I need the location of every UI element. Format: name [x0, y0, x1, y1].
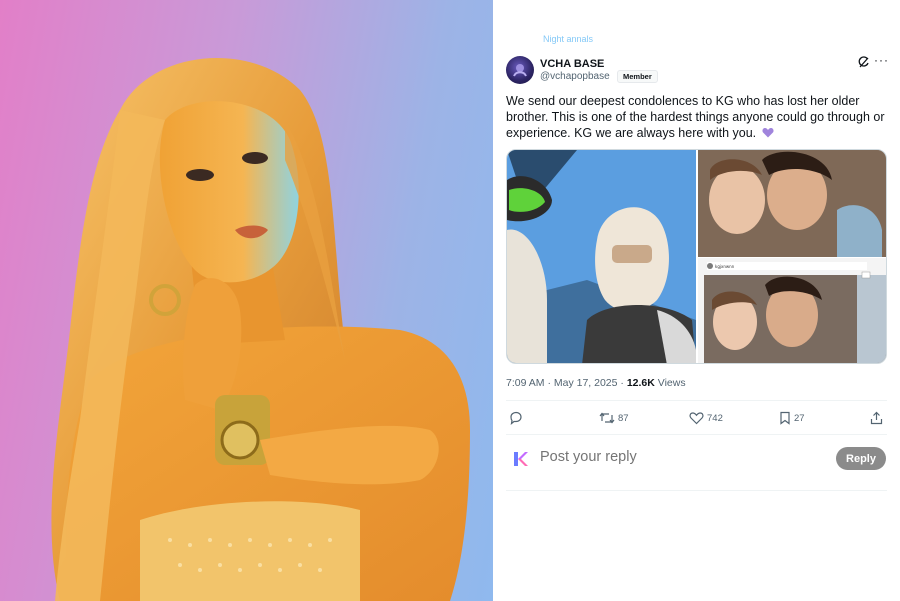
tweet-text: We send our deepest condolences to KG wh…	[506, 93, 891, 141]
tweet-meta: 7:09 AM · May 17, 2025 · 12.6K Views	[506, 377, 686, 389]
retweet-icon	[599, 412, 615, 424]
views-count: 12.6K	[626, 377, 655, 389]
bookmark-count: 27	[794, 412, 805, 424]
member-badge: Member	[617, 70, 658, 83]
reply-icon	[510, 411, 522, 425]
media-collage: kgjxnwnn	[507, 150, 886, 363]
share-icon	[870, 411, 883, 425]
reply-action[interactable]	[509, 409, 526, 427]
purple-heart-icon	[762, 128, 774, 138]
heart-icon	[689, 412, 704, 425]
retweet-action[interactable]: 87	[599, 409, 629, 427]
divider-bottom	[506, 490, 887, 491]
views-label: Views	[654, 377, 686, 389]
reply-input[interactable]	[540, 449, 820, 465]
app-logo-icon	[514, 452, 528, 466]
tweet-media[interactable]: kgjxnwnn	[506, 149, 887, 364]
avatar-graphic	[513, 64, 527, 77]
author-handle[interactable]: @vchapopbase	[540, 71, 610, 82]
timestamp[interactable]: 7:09 AM · May 17, 2025 ·	[506, 377, 627, 389]
grok-icon[interactable]	[857, 56, 870, 69]
author-name[interactable]: VCHA BASE	[540, 58, 604, 70]
previous-post-fragment: Night annals	[543, 34, 594, 44]
like-action[interactable]: 742	[689, 409, 723, 427]
share-action[interactable]	[870, 409, 886, 427]
bookmark-icon	[780, 411, 790, 425]
author-avatar[interactable]	[506, 56, 534, 84]
divider-top	[506, 400, 887, 401]
media-caption-user: kgjxnwnn	[715, 264, 735, 269]
tweet-body: We send our deepest condolences to KG wh…	[506, 94, 885, 140]
portrait-illustration	[51, 57, 470, 601]
divider-middle	[506, 434, 887, 435]
bookmark-action[interactable]: 27	[779, 409, 805, 427]
tweet-panel: Night annals VCHA BASE @vchapopbase Memb…	[493, 0, 900, 601]
portrait-photo	[0, 0, 493, 601]
reply-button[interactable]: Reply	[836, 447, 886, 470]
like-count: 742	[707, 412, 723, 424]
retweet-count: 87	[618, 412, 629, 424]
more-options-icon[interactable]: ···	[874, 54, 888, 69]
